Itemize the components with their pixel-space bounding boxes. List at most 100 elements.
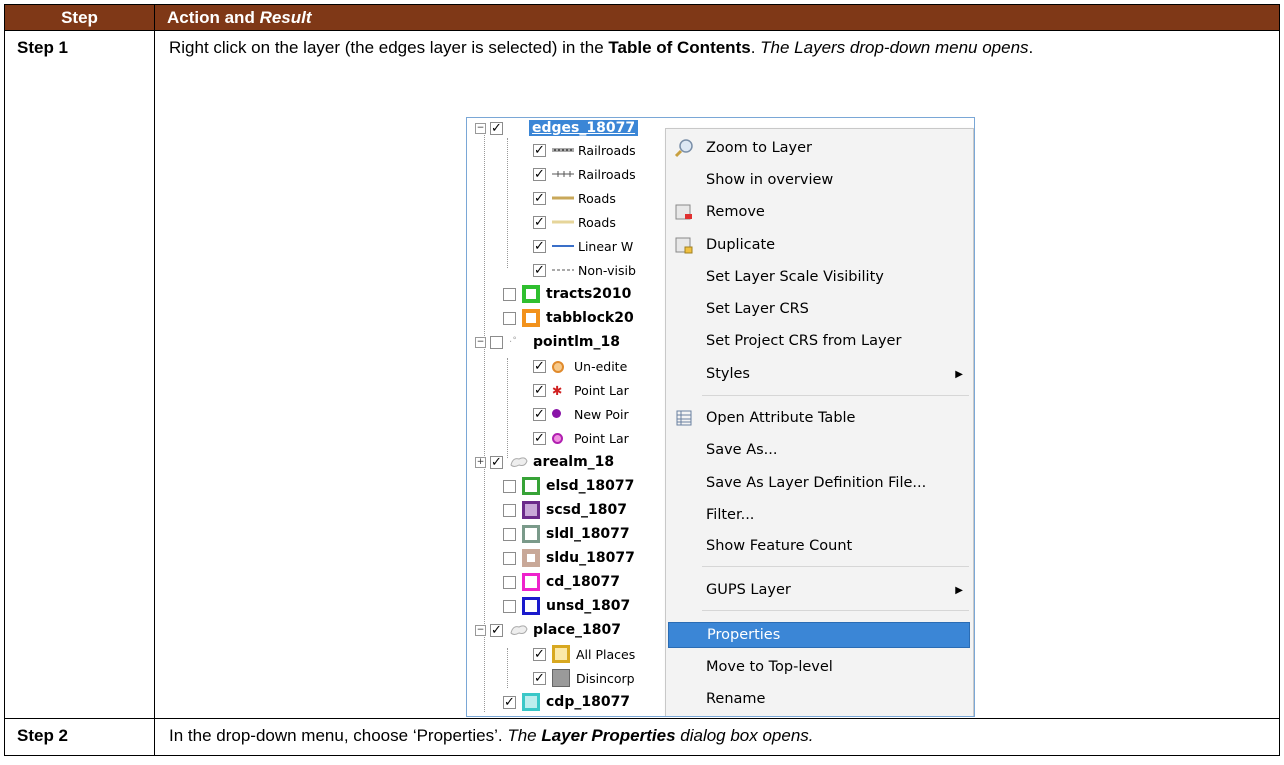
toc-layer-tabblock[interactable]: tabblock20	[503, 306, 634, 330]
polygon-symbol-icon	[552, 645, 570, 663]
menu-item-gups-layer[interactable]: GUPS Layer ▶	[666, 577, 971, 603]
toc-layer-tracts[interactable]: tracts2010	[503, 282, 631, 306]
menu-item-styles[interactable]: Styles ▶	[666, 361, 971, 387]
screenshot-layers-menu: − ✓ edges_18077 ✓ Railroads ✓ Railroads ✓ R…	[466, 117, 975, 717]
menu-item-set-layer-scale-visibility[interactable]: Set Layer Scale Visibility	[666, 264, 971, 290]
toc-layer-arealm[interactable]: + ✓ arealm_18	[475, 450, 614, 474]
submenu-arrow-icon: ▶	[955, 584, 963, 596]
menu-item-zoom-to-layer[interactable]: Zoom to Layer	[666, 135, 971, 161]
water-line-icon	[552, 245, 574, 247]
toc-sublayer[interactable]: ✓ ✱ Point Lar	[533, 378, 629, 402]
toc-sublayer[interactable]: ✓ Railroads	[533, 162, 636, 186]
layer-checkbox[interactable]: ✓	[533, 263, 546, 277]
toc-sublayer[interactable]: ✓ Railroads	[533, 138, 636, 162]
table-of-contents: − ✓ edges_18077 ✓ Railroads ✓ Railroads ✓ R…	[467, 118, 677, 716]
layer-checkbox[interactable]	[503, 503, 516, 517]
menu-item-properties[interactable]: Properties	[668, 622, 970, 648]
toc-sublayer[interactable]: ✓ Linear W	[533, 234, 633, 258]
layer-checkbox[interactable]	[503, 551, 516, 565]
toc-sublayer[interactable]: ✓ All Places	[533, 642, 635, 666]
polygon-outline-icon	[510, 457, 528, 467]
layer-checkbox[interactable]: ✓	[503, 695, 516, 709]
layer-checkbox[interactable]: ✓	[533, 407, 546, 421]
header-action: Action and Result	[154, 4, 1280, 31]
collapse-icon[interactable]: −	[475, 336, 486, 348]
menu-item-show-feature-count[interactable]: Show Feature Count	[666, 533, 971, 559]
layer-checkbox[interactable]: ✓	[533, 383, 546, 397]
attribute-table-icon	[676, 410, 692, 426]
layer-checkbox[interactable]	[503, 287, 516, 301]
toc-layer-unsd[interactable]: unsd_1807	[503, 594, 630, 618]
layer-checkbox[interactable]: ✓	[533, 239, 546, 253]
menu-item-move-to-top-level[interactable]: Move to Top-level	[666, 654, 971, 680]
dashed-line-icon	[552, 269, 574, 271]
toc-sublayer[interactable]: ✓ Non-visib	[533, 258, 636, 282]
toc-layer-cdp[interactable]: ✓ cdp_18077	[503, 690, 630, 714]
layer-checkbox[interactable]: ✓	[533, 167, 546, 181]
layer-checkbox[interactable]	[503, 599, 516, 613]
layer-checkbox[interactable]: ✓	[533, 359, 546, 373]
layer-checkbox[interactable]	[490, 335, 503, 349]
layer-checkbox[interactable]	[503, 311, 516, 325]
menu-item-save-as[interactable]: Save As...	[666, 437, 971, 463]
toc-layer-edges[interactable]: − ✓ edges_18077	[475, 118, 639, 140]
layer-checkbox[interactable]: ✓	[533, 671, 546, 685]
toc-sublayer[interactable]: ✓ Un-edite	[533, 354, 627, 378]
toc-sublayer[interactable]: ✓ Disincorp	[533, 666, 635, 690]
toc-layer-place[interactable]: − ✓ place_1807	[475, 618, 621, 642]
toc-layer-pointlm[interactable]: − ·˚ pointlm_18	[475, 330, 620, 354]
layer-checkbox[interactable]	[503, 479, 516, 493]
duplicate-layer-icon	[675, 237, 693, 254]
polygon-symbol-icon	[522, 501, 540, 519]
layer-checkbox[interactable]	[503, 575, 516, 589]
layer-checkbox[interactable]: ✓	[490, 455, 503, 469]
magnifier-icon	[674, 139, 693, 158]
polygon-symbol-icon	[522, 525, 540, 543]
remove-layer-icon	[675, 204, 692, 220]
menu-item-filter[interactable]: Filter...	[666, 502, 971, 528]
menu-item-set-project-crs[interactable]: Set Project CRS from Layer	[666, 328, 971, 354]
polygon-symbol-icon	[522, 309, 540, 327]
menu-item-rename[interactable]: Rename	[666, 686, 971, 712]
table-row-step2: Step 2 In the drop-down menu, choose ‘Pr…	[4, 718, 1280, 756]
menu-item-duplicate[interactable]: Duplicate	[666, 232, 971, 258]
toc-sublayer[interactable]: ✓ New Poir	[533, 402, 629, 426]
menu-item-show-in-overview[interactable]: Show in overview	[666, 167, 971, 193]
layer-checkbox[interactable]: ✓	[533, 215, 546, 229]
menu-item-set-layer-crs[interactable]: Set Layer CRS	[666, 296, 971, 322]
toc-layer-elsd[interactable]: elsd_18077	[503, 474, 634, 498]
layer-checkbox[interactable]: ✓	[533, 191, 546, 205]
polygon-outline-icon	[510, 625, 528, 635]
layer-name: edges_18077	[529, 120, 639, 136]
layer-checkbox[interactable]	[503, 527, 516, 541]
layer-checkbox[interactable]: ✓	[533, 647, 546, 661]
road-line-icon	[552, 220, 574, 224]
layer-checkbox[interactable]: ✓	[490, 623, 503, 637]
polygon-symbol-icon	[522, 573, 540, 591]
layer-checkbox[interactable]: ✓	[533, 143, 546, 157]
toc-layer-cd[interactable]: cd_18077	[503, 570, 620, 594]
collapse-icon[interactable]: −	[475, 122, 486, 134]
toc-layer-sldl[interactable]: sldl_18077	[503, 522, 630, 546]
menu-item-save-layer-definition[interactable]: Save As Layer Definition File...	[666, 470, 971, 496]
layer-checkbox[interactable]: ✓	[490, 121, 503, 135]
menu-separator	[702, 395, 969, 396]
toc-sublayer[interactable]: ✓ Roads	[533, 210, 616, 234]
toc-layer-sldu[interactable]: sldu_18077	[503, 546, 635, 570]
menu-separator	[702, 610, 969, 611]
toc-layer-scsd[interactable]: scsd_1807	[503, 498, 627, 522]
polygon-symbol-icon	[522, 693, 540, 711]
collapse-icon[interactable]: −	[475, 624, 486, 636]
toc-sublayer[interactable]: ✓ Roads	[533, 186, 616, 210]
polygon-symbol-icon	[552, 669, 570, 687]
step2-label: Step 2	[4, 718, 155, 756]
delete-point-icon: ✱	[552, 382, 563, 398]
expand-icon[interactable]: +	[475, 456, 486, 468]
layer-checkbox[interactable]: ✓	[533, 431, 546, 445]
menu-item-remove[interactable]: Remove	[666, 199, 971, 225]
railroad-line-icon	[552, 148, 574, 152]
step2-description: In the drop-down menu, choose ‘Propertie…	[154, 718, 1280, 756]
menu-item-open-attribute-table[interactable]: Open Attribute Table	[666, 405, 971, 431]
header-step: Step	[4, 4, 155, 31]
toc-sublayer[interactable]: ✓ Point Lar	[533, 426, 629, 450]
